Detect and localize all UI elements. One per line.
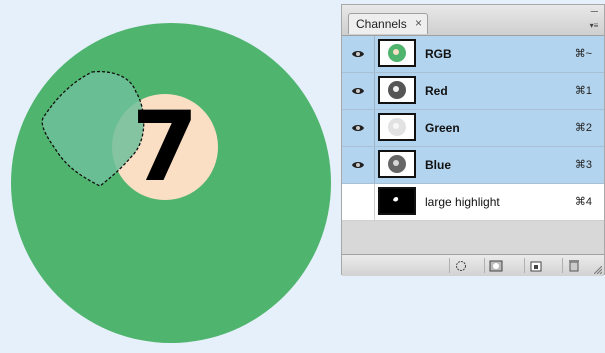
channel-name: Red (425, 84, 448, 98)
trash-icon[interactable] (562, 258, 585, 273)
close-icon[interactable]: × (415, 16, 422, 30)
eye-icon (352, 51, 364, 57)
minimize-icon[interactable]: – (591, 3, 598, 18)
eye-icon (352, 88, 364, 94)
channel-list: RGB ⌘~ Red ⌘1 Green ⌘2 Blue ⌘3 large hig… (342, 36, 604, 221)
channel-name: RGB (425, 47, 452, 61)
channel-shortcut: ⌘1 (574, 85, 592, 97)
document-canvas[interactable]: 7 (0, 0, 342, 353)
panel-tab-bar: Channels × – ▾≡ (342, 3, 604, 36)
tab-channels[interactable]: Channels × (348, 13, 428, 34)
visibility-toggle[interactable] (342, 147, 375, 183)
channel-shortcut: ⌘3 (574, 159, 592, 171)
panel-menu-icon[interactable]: ▾≡ (587, 21, 601, 32)
eye-icon (352, 162, 364, 168)
tab-channels-label: Channels (356, 17, 407, 31)
channels-panel: Channels × – ▾≡ RGB ⌘~ Red ⌘1 Green ⌘2 B… (341, 3, 605, 276)
channel-row-red[interactable]: Red ⌘1 (342, 73, 604, 110)
save-selection-icon[interactable] (484, 258, 507, 273)
new-channel-icon[interactable] (524, 258, 547, 273)
channel-shortcut: ⌘4 (574, 196, 592, 208)
channel-shortcut: ⌘~ (574, 48, 592, 60)
visibility-toggle[interactable] (342, 110, 375, 146)
resize-grip-icon[interactable] (594, 266, 602, 274)
channel-thumbnail (378, 187, 416, 215)
channel-thumbnail (378, 113, 416, 141)
visibility-toggle[interactable] (342, 36, 375, 72)
channel-row-rgb[interactable]: RGB ⌘~ (342, 36, 604, 73)
visibility-toggle[interactable] (342, 73, 375, 109)
panel-bottom-toolbar (342, 254, 604, 276)
visibility-toggle[interactable] (342, 184, 375, 220)
channel-thumbnail (378, 76, 416, 104)
channel-row-green[interactable]: Green ⌘2 (342, 110, 604, 147)
channel-list-empty-area (342, 222, 604, 256)
channel-row-blue[interactable]: Blue ⌘3 (342, 147, 604, 184)
ball-number-label: 7 (131, 91, 199, 203)
channel-thumbnail (378, 39, 416, 67)
channel-shortcut: ⌘2 (574, 122, 592, 134)
load-selection-icon[interactable] (449, 258, 472, 273)
channel-name: large highlight (425, 195, 500, 209)
channel-name: Blue (425, 158, 452, 172)
channel-name: Green (425, 121, 460, 135)
channel-row-large-highlight[interactable]: large highlight ⌘4 (342, 184, 604, 221)
channel-thumbnail (378, 150, 416, 178)
eye-icon (352, 125, 364, 131)
